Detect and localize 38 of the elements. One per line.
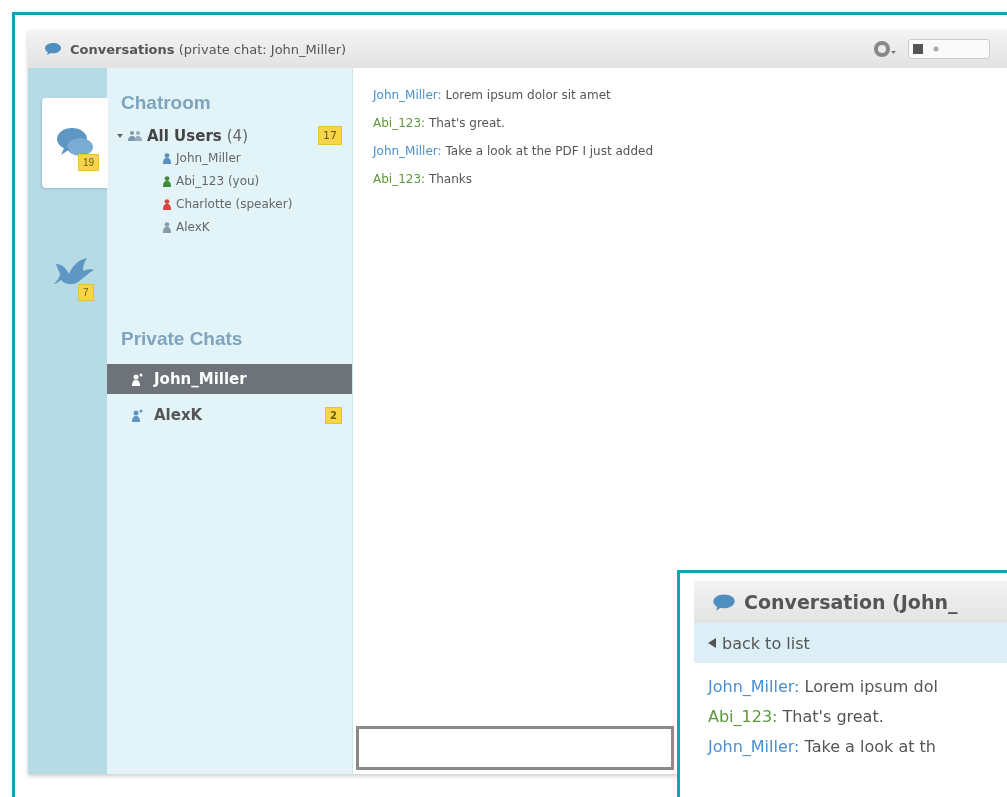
back-link[interactable]: back to list [694, 623, 1007, 663]
window-title: Conversations (private chat: John_Miller) [70, 41, 347, 57]
chat-message: Abi_123: Thanks [373, 172, 474, 186]
private-chat-item[interactable]: John_Miller [107, 364, 352, 394]
user-name[interactable]: Charlotte (speaker) [176, 197, 293, 211]
user-icon [131, 372, 144, 386]
user-name[interactable]: Abi_123 (you) [176, 174, 260, 188]
chat-bubble-icon [44, 42, 62, 56]
private-chat-item[interactable]: AlexK 2 [107, 400, 352, 430]
chat-message: John_Miller: Lorem ipsum dol [708, 677, 939, 696]
count-badge: 7 [78, 284, 94, 301]
chat-message: Abi_123: That's great. [373, 116, 506, 130]
count-badge: 2 [325, 406, 342, 424]
settings-icon[interactable] [874, 41, 898, 57]
dot-icon [933, 46, 939, 52]
chat-message: John_Miller: Take a look at the PDF I just added [373, 144, 655, 158]
square-icon [913, 44, 923, 54]
chat-message: John_Miller: Take a look at th [708, 737, 937, 756]
sidebar-tab[interactable]: 7 [42, 228, 108, 318]
back-arrow-icon [708, 638, 716, 648]
expand-arrow-icon[interactable] [117, 132, 123, 139]
group-label[interactable]: All Users [147, 126, 222, 145]
section-heading: Private Chats [120, 328, 244, 350]
conversation-title: Conversation (John_ [744, 591, 958, 613]
chat-bubble-icon [712, 592, 736, 612]
count-badge: 17 [318, 126, 342, 145]
user-name[interactable]: AlexK [176, 220, 210, 234]
count-badge: 19 [78, 154, 100, 171]
sidebar-tab[interactable]: 19 [42, 98, 108, 188]
user-icon [131, 408, 144, 422]
user-count: (4) [226, 126, 248, 145]
users-icon [128, 130, 142, 141]
view-toggle[interactable] [908, 39, 990, 59]
section-heading: Chatroom [120, 92, 212, 114]
user-name[interactable]: John_Miller [176, 151, 241, 165]
chat-message: John_Miller: Lorem ipsum dolor sit amet [373, 88, 612, 102]
chat-message: Abi_123: That's great. [708, 707, 885, 726]
message-input[interactable] [356, 726, 674, 770]
